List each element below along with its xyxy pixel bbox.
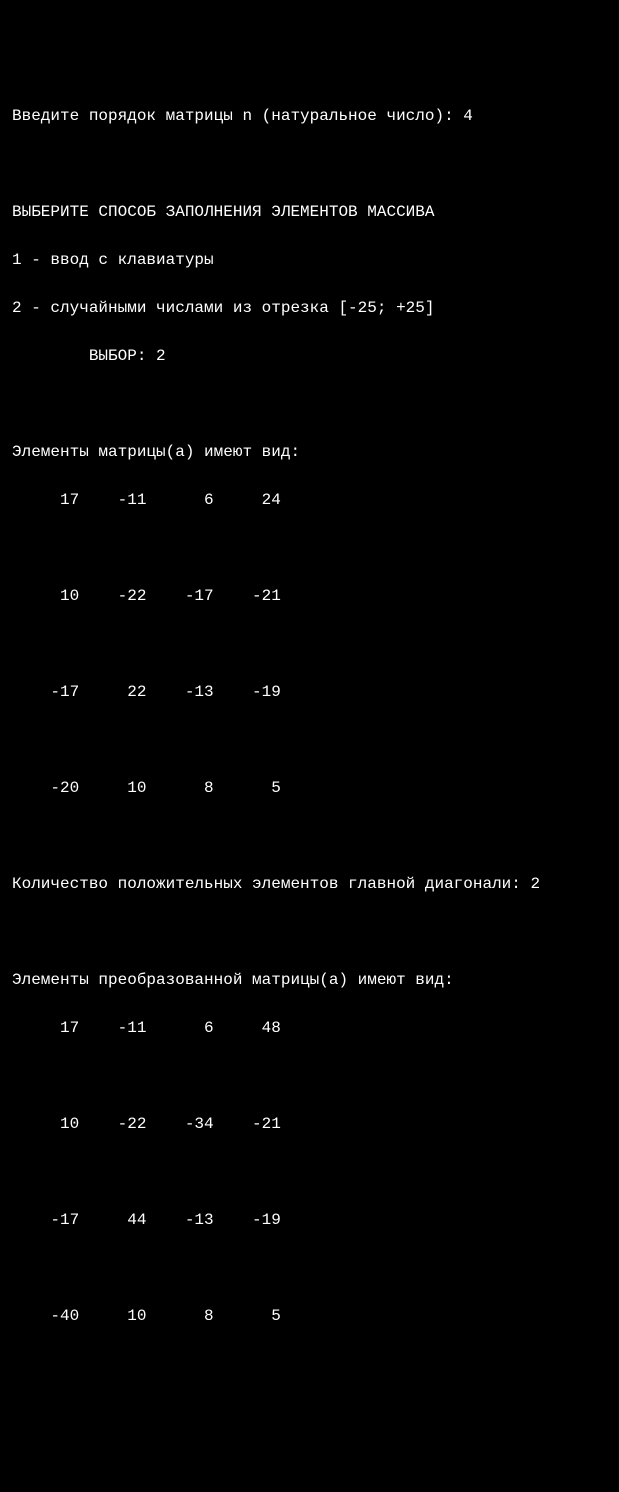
option-2: 2 - случайными числами из отрезка [-25; … — [12, 296, 607, 320]
blank-line — [12, 1064, 607, 1088]
blank-line — [12, 1400, 607, 1424]
blank-line — [12, 632, 607, 656]
blank-line — [12, 1160, 607, 1184]
matrix-b-header: Элементы преобразованной матрицы(а) имею… — [12, 968, 607, 992]
blank-line — [12, 1448, 607, 1472]
blank-line — [12, 536, 607, 560]
blank-line — [12, 824, 607, 848]
blank-line — [12, 1352, 607, 1376]
diag-label: Количество положительных элементов главн… — [12, 875, 530, 893]
blank-line — [12, 920, 607, 944]
blank-line — [12, 1256, 607, 1280]
blank-line — [12, 728, 607, 752]
matrix-row: 10 -22 -34 -21 — [12, 1112, 607, 1136]
blank-line — [12, 392, 607, 416]
matrix-row: -17 22 -13 -19 — [12, 680, 607, 704]
matrix-row: -17 44 -13 -19 — [12, 1208, 607, 1232]
matrix-row: 10 -22 -17 -21 — [12, 584, 607, 608]
matrix-row: 17 -11 6 24 — [12, 488, 607, 512]
diag-value: 2 — [530, 875, 540, 893]
prompt-n-label: Введите порядок матрицы n (натуральное ч… — [12, 107, 463, 125]
choice-line: ВЫБОР: 2 — [12, 344, 607, 368]
diagonal-count-line: Количество положительных элементов главн… — [12, 872, 607, 896]
choice-value: 2 — [156, 347, 166, 365]
fill-method-header: ВЫБЕРИТЕ СПОСОБ ЗАПОЛНЕНИЯ ЭЛЕМЕНТОВ МАС… — [12, 200, 607, 224]
matrix-row: 17 -11 6 48 — [12, 1016, 607, 1040]
matrix-a-header: Элементы матрицы(а) имеют вид: — [12, 440, 607, 464]
blank-line — [12, 152, 607, 176]
option-1: 1 - ввод с клавиатуры — [12, 248, 607, 272]
prompt-line-n: Введите порядок матрицы n (натуральное ч… — [12, 104, 607, 128]
matrix-row: -20 10 8 5 — [12, 776, 607, 800]
choice-label: ВЫБОР: — [12, 347, 156, 365]
prompt-n-value: 4 — [463, 107, 473, 125]
matrix-row: -40 10 8 5 — [12, 1304, 607, 1328]
